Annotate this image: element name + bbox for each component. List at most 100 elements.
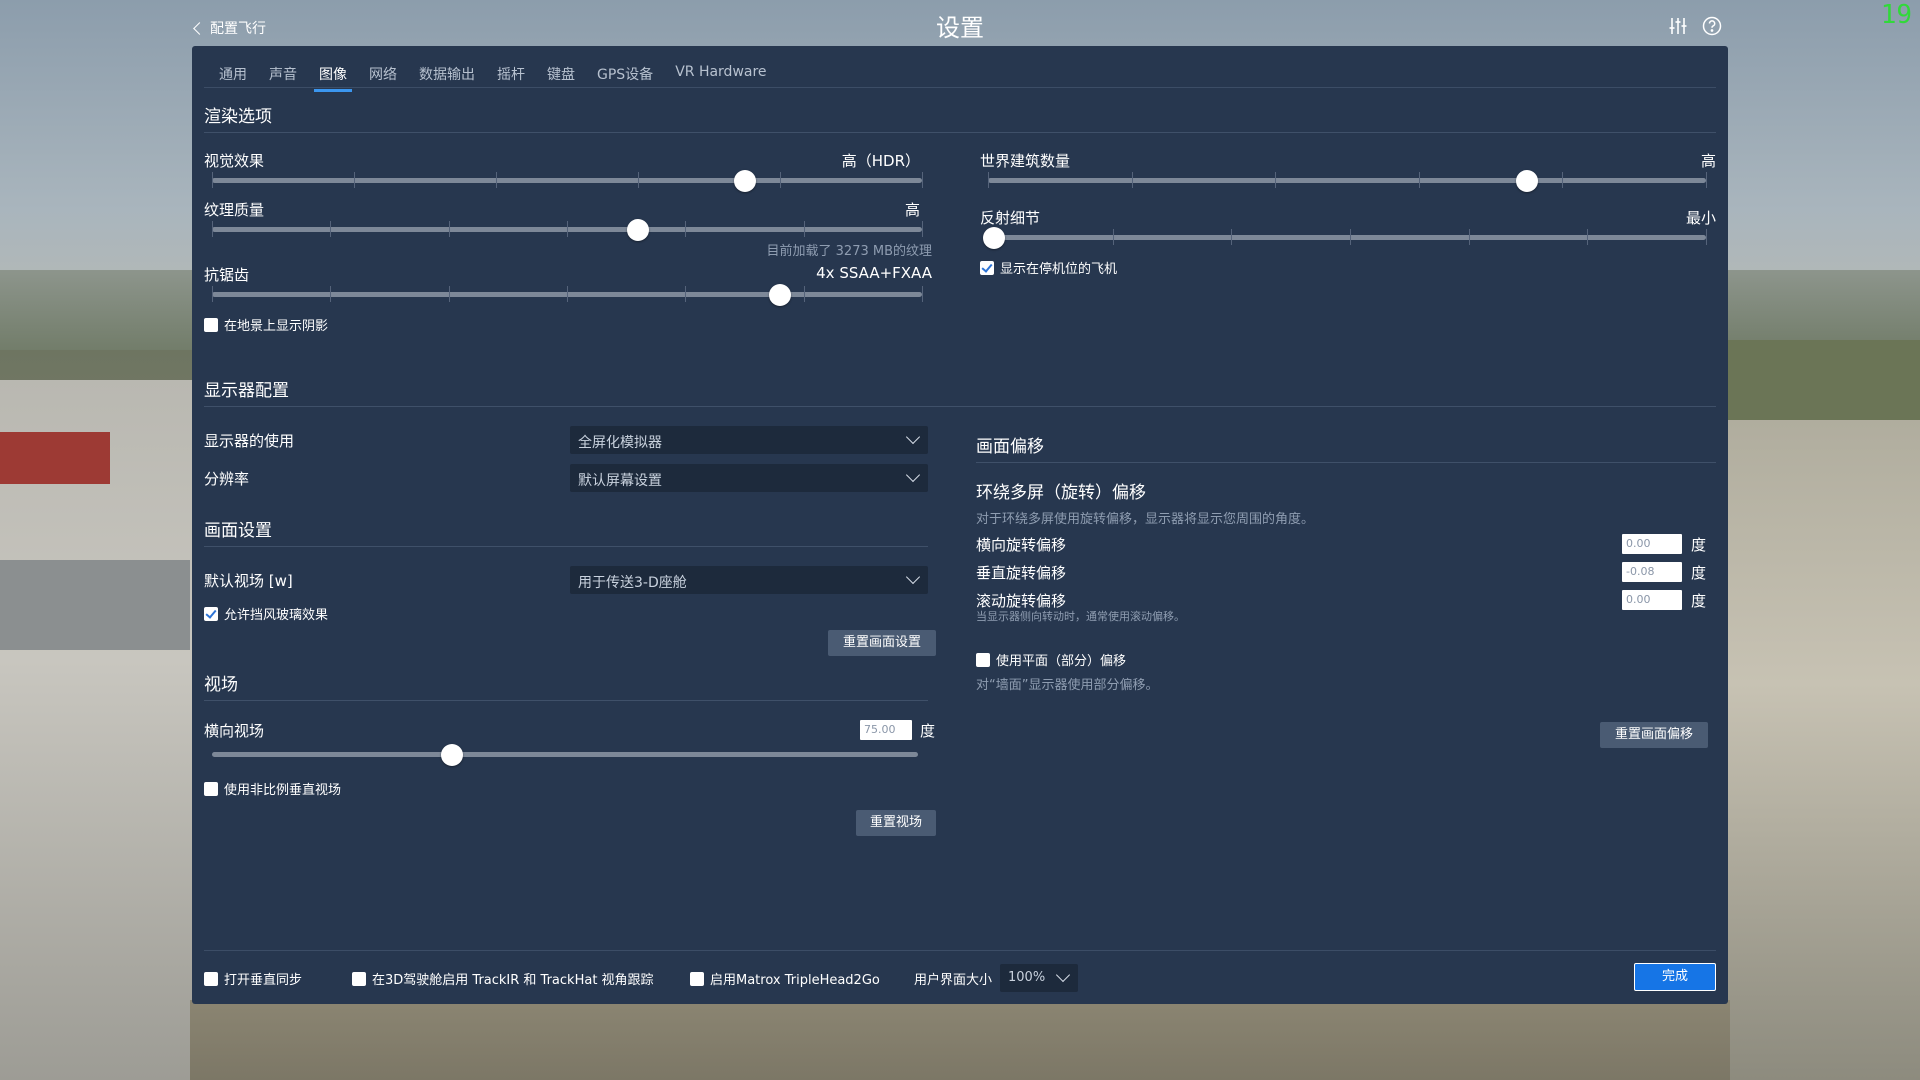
page-title: 设置 bbox=[936, 14, 984, 42]
visual-effects-slider[interactable] bbox=[212, 170, 923, 192]
lateral-offset-input[interactable]: 0.00 bbox=[1622, 534, 1682, 554]
slider-tick bbox=[685, 221, 687, 237]
trackir-checkbox[interactable]: 在3D驾驶舱启用 TrackIR 和 TrackHat 视角跟踪 bbox=[352, 969, 654, 988]
chevron-down-icon bbox=[905, 569, 921, 585]
checkbox-box[interactable] bbox=[204, 606, 218, 621]
checkbox-label: 允许挡风玻璃效果 bbox=[224, 608, 329, 623]
section-render-heading: 渲染选项 bbox=[204, 107, 272, 127]
checkbox-box[interactable] bbox=[976, 652, 990, 667]
default-fov-dropdown[interactable]: 用于传送3-D座舱 bbox=[570, 566, 928, 594]
windshield-effects-checkbox[interactable]: 允许挡风玻璃效果 bbox=[204, 604, 328, 623]
checkbox-label: 显示在停机位的飞机 bbox=[1000, 262, 1118, 277]
antialiasing-label: 抗锯齿 bbox=[204, 266, 250, 284]
reflection-detail-slider[interactable] bbox=[983, 227, 1707, 249]
slider-tick bbox=[1112, 229, 1114, 245]
slider-tick bbox=[1131, 172, 1133, 188]
world-objects-slider[interactable] bbox=[988, 170, 1707, 192]
horizontal-fov-input[interactable]: 75.00 bbox=[860, 720, 912, 740]
antialiasing-slider[interactable] bbox=[212, 284, 923, 306]
slider-tick bbox=[212, 221, 213, 237]
checkbox-box[interactable] bbox=[204, 781, 218, 796]
slider-tick bbox=[448, 221, 450, 237]
dropdown-value: 全屏化模拟器 bbox=[578, 435, 662, 451]
slider-tick bbox=[567, 286, 568, 302]
slider-tick bbox=[1706, 229, 1707, 245]
slider-tick bbox=[922, 172, 923, 188]
lateral-offset-label: 横向旋转偏移 bbox=[976, 536, 1067, 554]
section-offset-heading: 画面偏移 bbox=[976, 437, 1044, 457]
ui-size-label: 用户界面大小 bbox=[914, 973, 993, 988]
vsync-checkbox[interactable]: 打开垂直同步 bbox=[204, 969, 302, 988]
visual-effects-value: 高（HDR） bbox=[841, 152, 920, 170]
slider-tick bbox=[922, 221, 923, 237]
texture-memory-note: 目前加载了 3273 MB的纹理 bbox=[766, 244, 932, 259]
matrox-checkbox[interactable]: 启用Matrox TripleHead2Go bbox=[690, 969, 880, 988]
help-icon[interactable] bbox=[1702, 16, 1722, 36]
slider-tick bbox=[1468, 229, 1470, 245]
surround-offset-description: 对于环绕多屏使用旋转偏移，显示器将显示您周围的角度。 bbox=[976, 512, 1315, 527]
ui-size-dropdown[interactable]: 100% bbox=[1000, 964, 1078, 992]
done-button[interactable]: 完成 bbox=[1634, 963, 1716, 991]
checkbox-box[interactable] bbox=[690, 971, 704, 986]
ground-shadows-checkbox[interactable]: 在地景上显示阴影 bbox=[204, 315, 328, 334]
reset-fov-button[interactable]: 重置视场 bbox=[856, 810, 936, 836]
checkbox-box[interactable] bbox=[204, 971, 218, 986]
slider-tick bbox=[212, 172, 213, 188]
reset-offset-button[interactable]: 重置画面偏移 bbox=[1600, 722, 1708, 748]
reflection-detail-slider-knob[interactable] bbox=[983, 227, 1005, 249]
non-proportional-fov-checkbox[interactable]: 使用非比例垂直视场 bbox=[204, 779, 341, 798]
dropdown-value: 用于传送3-D座舱 bbox=[578, 575, 687, 591]
slider-tick bbox=[330, 221, 332, 237]
antialiasing-slider-knob[interactable] bbox=[769, 284, 791, 306]
slider-tick bbox=[496, 172, 497, 188]
vertical-offset-input[interactable]: -0.08 bbox=[1622, 562, 1682, 582]
roll-offset-input[interactable]: 0.00 bbox=[1622, 590, 1682, 610]
slider-tick bbox=[685, 286, 687, 302]
horizontal-fov-label: 横向视场 bbox=[204, 722, 265, 740]
texture-quality-slider-knob[interactable] bbox=[627, 219, 649, 241]
sliders-icon[interactable] bbox=[1668, 16, 1688, 36]
chevron-down-icon bbox=[905, 429, 921, 445]
world-objects-slider-knob[interactable] bbox=[1515, 170, 1538, 192]
horizontal-fov-slider-knob[interactable] bbox=[441, 744, 464, 766]
planar-offset-checkbox[interactable]: 使用平面（部分）偏移 bbox=[976, 650, 1126, 669]
parked-aircraft-checkbox[interactable]: 显示在停机位的飞机 bbox=[980, 258, 1117, 277]
checkbox-box[interactable] bbox=[204, 317, 218, 332]
slider-tick bbox=[1587, 229, 1589, 245]
surround-offset-heading: 环绕多屏（旋转）偏移 bbox=[976, 483, 1146, 503]
world-objects-value: 高 bbox=[1700, 152, 1716, 170]
dropdown-value: 100% bbox=[1008, 970, 1046, 985]
slider-tick bbox=[330, 286, 332, 302]
slider-tick bbox=[988, 172, 989, 188]
checkbox-label: 打开垂直同步 bbox=[224, 973, 303, 988]
slider-tick bbox=[567, 221, 568, 237]
visual-effects-slider-knob[interactable] bbox=[733, 170, 756, 192]
slider-tick bbox=[638, 172, 639, 188]
slider-tick bbox=[212, 286, 213, 302]
slider-tick bbox=[1418, 172, 1420, 188]
section-view-heading: 画面设置 bbox=[204, 521, 272, 541]
lateral-offset-unit: 度 bbox=[1691, 536, 1707, 554]
world-objects-label: 世界建筑数量 bbox=[980, 152, 1071, 170]
checkbox-box[interactable] bbox=[352, 971, 366, 986]
slider-tick bbox=[780, 172, 781, 188]
slider-tick bbox=[922, 286, 923, 302]
checkbox-label: 使用平面（部分）偏移 bbox=[996, 654, 1127, 669]
slider-tick bbox=[1706, 172, 1707, 188]
reset-view-settings-button[interactable]: 重置画面设置 bbox=[828, 630, 936, 656]
texture-quality-value: 高 bbox=[904, 201, 920, 219]
vertical-offset-label: 垂直旋转偏移 bbox=[976, 564, 1067, 582]
resolution-dropdown[interactable]: 默认屏幕设置 bbox=[570, 464, 928, 492]
slider-tick bbox=[448, 286, 450, 302]
checkbox-box[interactable] bbox=[980, 260, 994, 275]
monitor-use-dropdown[interactable]: 全屏化模拟器 bbox=[570, 426, 928, 454]
antialiasing-value: 4x SSAA+FXAA bbox=[816, 264, 932, 282]
vertical-offset-unit: 度 bbox=[1691, 564, 1707, 582]
section-fov-heading: 视场 bbox=[204, 675, 238, 695]
horizontal-fov-slider[interactable] bbox=[212, 744, 918, 766]
reflection-detail-label: 反射细节 bbox=[980, 209, 1041, 227]
checkbox-label: 启用Matrox TripleHead2Go bbox=[710, 973, 880, 988]
roll-offset-unit: 度 bbox=[1691, 592, 1707, 610]
texture-quality-slider[interactable] bbox=[212, 219, 923, 241]
checkbox-label: 在地景上显示阴影 bbox=[224, 319, 329, 334]
